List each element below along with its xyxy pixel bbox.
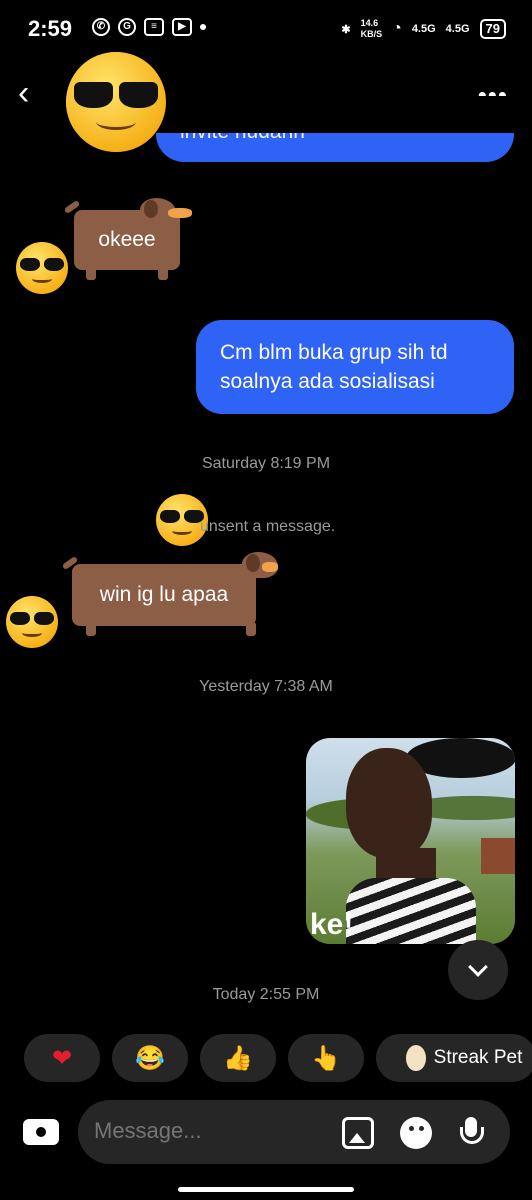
laughing-tears-icon: 😂 (135, 1044, 165, 1072)
message-text: win ig lu apaa (72, 564, 256, 626)
streak-label: Streak Pet (433, 1047, 523, 1068)
reaction-point[interactable]: 👆 (288, 1034, 364, 1082)
timestamp: Saturday 8:19 PM (201, 455, 331, 472)
received-message[interactable]: okeee (63, 196, 198, 286)
home-indicator[interactable] (178, 1187, 354, 1192)
message-input[interactable] (94, 1118, 314, 1144)
dog-snout (168, 208, 192, 218)
dog-leg (246, 622, 256, 636)
received-message[interactable]: win ig lu apaa (61, 548, 278, 640)
timestamp: Yesterday 7:38 AM (199, 678, 333, 695)
net-speed: 14.6 KB/S (360, 18, 383, 39)
wifi-icon: ◔ (392, 20, 402, 37)
news-icon: ≡ (144, 18, 164, 36)
sunglasses-icon (74, 82, 158, 108)
sender-avatar[interactable] (6, 596, 58, 648)
message-composer (22, 1100, 510, 1164)
status-right: ✱ 14.6 KB/S ◔ 4.5G 4.5G 79 (341, 18, 506, 40)
sticker-icon[interactable] (400, 1117, 432, 1149)
signal-2: 4.5G (445, 23, 470, 35)
chevron-down-icon (468, 957, 488, 977)
battery-indicator: 79 (479, 19, 506, 39)
sent-message[interactable]: Cm blm buka grup sih td soalnya ada sosi… (196, 320, 514, 414)
back-button[interactable]: ‹ (18, 76, 50, 112)
smile-icon (31, 274, 53, 283)
photo-caption: ke! (310, 908, 354, 941)
notification-icons: ✆ G ≡ ▶ (92, 18, 206, 36)
dog-ear (144, 200, 158, 218)
bluetooth-icon: ✱ (341, 23, 351, 36)
smile-icon (96, 114, 136, 130)
smile-icon (21, 628, 43, 637)
streak-pet-button[interactable]: Streak Pet (376, 1034, 532, 1082)
contact-avatar-header[interactable] (66, 52, 166, 152)
mic-icon[interactable] (460, 1117, 484, 1149)
camera-button[interactable] (22, 1113, 60, 1151)
chevron-left-icon: ‹ (18, 74, 30, 112)
photo-person (346, 748, 432, 858)
sender-avatar[interactable] (16, 242, 68, 294)
smile-icon (171, 526, 193, 535)
whatsapp-icon: ✆ (92, 18, 110, 36)
quick-reactions: ❤ 😂 👍 👆 Streak Pet (24, 1034, 532, 1082)
sent-photo[interactable]: ke! (306, 738, 515, 944)
dog-leg (158, 266, 168, 280)
photo-shirt (346, 878, 476, 944)
photo-fence (481, 838, 515, 874)
youtube-icon: ▶ (172, 18, 192, 36)
status-bar: 2:59 ✆ G ≡ ▶ ✱ 14.6 KB/S ◔ 4.5G 4.5G 79 (0, 0, 532, 60)
pointing-up-icon: 👆 (311, 1044, 341, 1072)
thumbs-up-icon: 👍 (223, 1044, 253, 1072)
sunglasses-icon (10, 611, 54, 626)
unsent-notice: unsent a message. (200, 518, 336, 535)
header-mask (150, 96, 520, 133)
more-notifications-icon (200, 24, 206, 30)
dog-snout (262, 562, 278, 572)
sunglasses-icon (20, 257, 64, 272)
heart-icon: ❤ (51, 1044, 73, 1072)
dog-leg (86, 622, 96, 636)
gallery-icon[interactable] (342, 1117, 374, 1149)
signal-1: 4.5G (411, 23, 436, 35)
google-icon: G (118, 18, 136, 36)
dog-leg (86, 266, 96, 280)
reaction-laugh[interactable]: 😂 (112, 1034, 188, 1082)
message-input-container (78, 1100, 510, 1164)
timestamp: Today 2:55 PM (212, 986, 320, 1003)
egg-icon (405, 1045, 426, 1071)
camera-lens (33, 1124, 49, 1140)
sunglasses-icon (160, 509, 204, 524)
reaction-heart[interactable]: ❤ (24, 1034, 100, 1082)
reaction-thumbs-up[interactable]: 👍 (200, 1034, 276, 1082)
status-time: 2:59 (28, 16, 73, 41)
dog-ear (246, 554, 260, 572)
message-text: Cm blm buka grup sih td soalnya ada sosi… (220, 341, 448, 393)
